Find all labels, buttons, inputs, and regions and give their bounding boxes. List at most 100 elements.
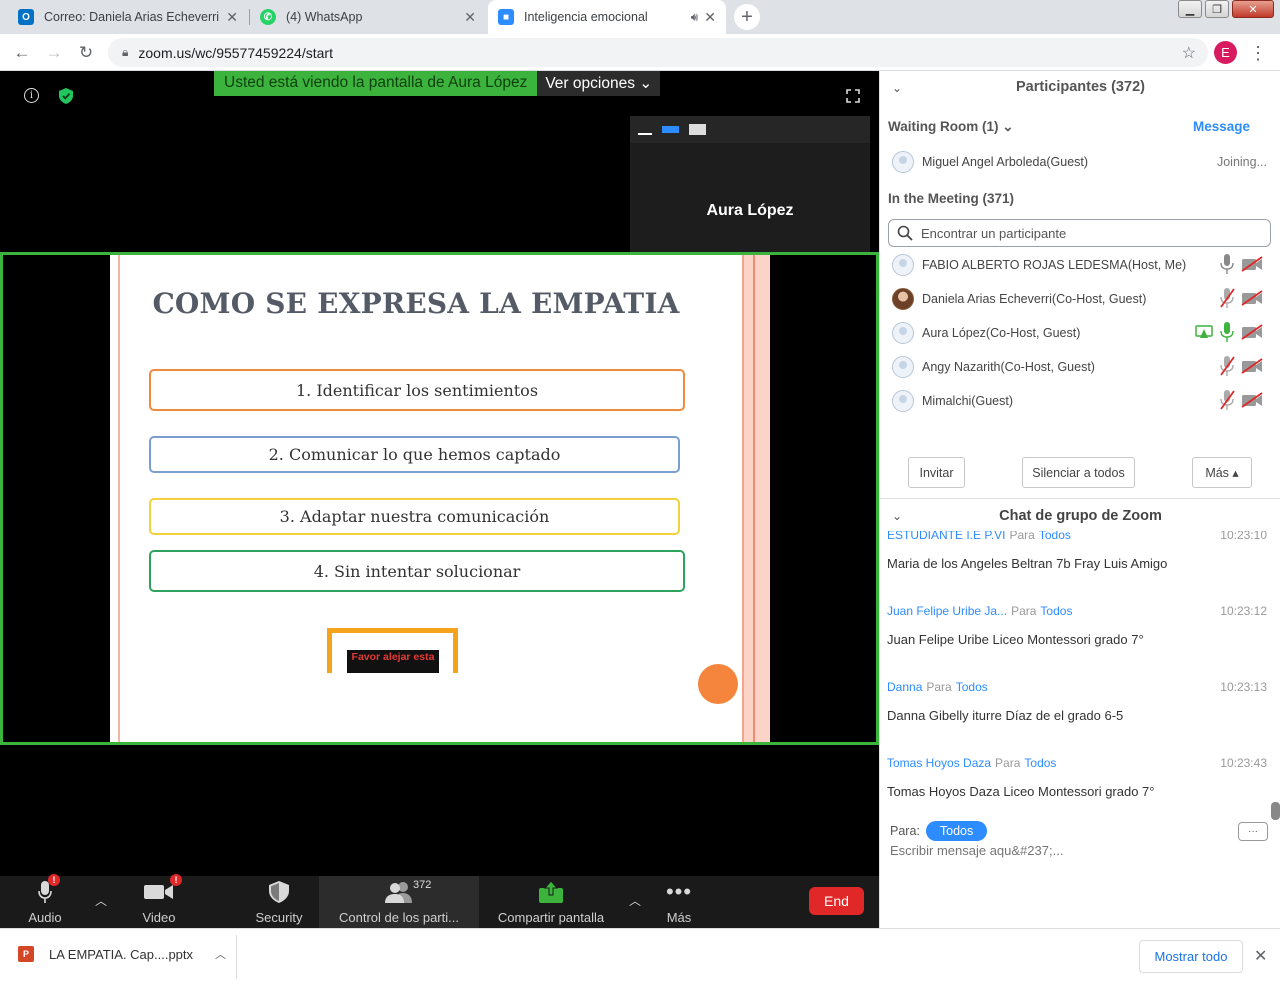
sender-name[interactable]: Tomas Hoyos Daza — [887, 756, 991, 770]
browser-toolbar: ← → ↻ 🔒︎ zoom.us/wc/95577459224/start ☆ … — [0, 34, 1280, 71]
to-label: Para — [1011, 604, 1037, 618]
participants-button[interactable]: 372 Control de los parti... — [319, 876, 479, 928]
chat-more-button[interactable]: ··· — [1238, 822, 1268, 841]
mute-all-button[interactable]: Silenciar a todos — [1022, 457, 1135, 488]
microphone-muted-icon[interactable] — [1219, 287, 1235, 312]
speaker-icon[interactable]: 🔊︎ — [691, 10, 699, 25]
close-window-button[interactable]: ✕ — [1232, 0, 1274, 18]
slide-item-1: 1. Identificar los sentimientos — [149, 369, 685, 411]
forward-icon[interactable]: → — [42, 41, 66, 65]
participant-row[interactable]: FABIO ALBERTO ROJAS LEDESMA(Host, Me) — [892, 251, 1267, 279]
active-speaker-view-icon[interactable] — [662, 126, 679, 133]
close-tab-icon[interactable]: ✕ — [226, 9, 238, 26]
to-label: Para — [995, 756, 1021, 770]
waiting-room-toggle[interactable]: Waiting Room (1) ⌄ — [888, 119, 1014, 135]
new-tab-button[interactable]: + — [734, 4, 760, 30]
message-time: 10:23:13 — [1220, 680, 1267, 694]
tab-whatsapp[interactable]: ✆ (4) WhatsApp ✕ — [250, 0, 486, 34]
tab-zoom[interactable]: ■ Inteligencia emocional 🔊︎ ✕ — [488, 0, 726, 34]
slide-item-2: 2. Comunicar lo que hemos captado — [149, 436, 680, 473]
tab-title: (4) WhatsApp — [286, 10, 363, 24]
recipient-dropdown[interactable]: Todos — [925, 821, 988, 841]
video-off-icon[interactable] — [1241, 255, 1263, 275]
message-time: 10:23:10 — [1220, 531, 1267, 542]
bookmark-star-icon[interactable]: ☆ — [1182, 43, 1196, 63]
chat-scrollbar[interactable] — [1271, 802, 1280, 820]
participant-row[interactable]: Angy Nazarith(Co-Host, Guest) — [892, 353, 1267, 381]
more-button[interactable]: ••• Más — [659, 876, 699, 928]
video-off-icon[interactable] — [1241, 323, 1263, 343]
participant-row[interactable]: Mimalchi(Guest) — [892, 387, 1267, 415]
recipient-name[interactable]: Todos — [1024, 756, 1056, 770]
audio-options-chevron-icon[interactable]: ︿ — [95, 892, 107, 909]
participant-row[interactable]: Aura López(Co-Host, Guest) — [892, 319, 1267, 347]
microphone-icon[interactable] — [1219, 321, 1235, 346]
participant-status-icons — [1195, 321, 1263, 346]
close-downloads-icon[interactable]: ✕ — [1254, 946, 1267, 966]
profile-avatar[interactable]: E — [1214, 41, 1237, 64]
address-bar[interactable]: 🔒︎ zoom.us/wc/95577459224/start ☆ — [108, 38, 1208, 67]
security-button[interactable]: Security — [250, 876, 308, 928]
fullscreen-icon[interactable] — [846, 89, 860, 103]
minimize-video-icon[interactable] — [638, 132, 652, 135]
sender-name[interactable]: Danna — [887, 680, 922, 694]
video-off-icon[interactable] — [1241, 391, 1263, 411]
minimize-button[interactable]: ▁ — [1178, 0, 1202, 18]
video-off-icon[interactable] — [1241, 357, 1263, 377]
microphone-icon[interactable] — [1219, 253, 1235, 278]
close-tab-icon[interactable]: ✕ — [704, 9, 716, 26]
recipient-name[interactable]: Todos — [956, 680, 988, 694]
microphone-muted-icon[interactable] — [1219, 389, 1235, 414]
warning-badge: ! — [48, 874, 60, 886]
tab-title: Inteligencia emocional — [524, 10, 648, 24]
video-stage: i Usted está viendo la pantalla de Aura … — [0, 71, 879, 876]
more-label: Más — [666, 910, 692, 925]
message-text: Tomas Hoyos Daza Liceo Montessori grado … — [887, 784, 1155, 799]
reload-icon[interactable]: ↻ — [74, 41, 98, 65]
sender-name[interactable]: Juan Felipe Uribe Ja... — [887, 604, 1007, 618]
video-button[interactable]: ! Video — [136, 874, 182, 928]
gallery-view-icon[interactable] — [689, 124, 706, 135]
participant-search-input[interactable] — [921, 225, 1261, 241]
invite-button[interactable]: Invitar — [908, 457, 965, 488]
slide-right-border — [742, 255, 770, 742]
end-meeting-button[interactable]: End — [809, 887, 864, 915]
avatar — [892, 288, 914, 310]
back-icon[interactable]: ← — [10, 41, 34, 65]
participant-search[interactable] — [888, 219, 1271, 247]
message-waiting-room-link[interactable]: Message — [1193, 119, 1250, 134]
sender-name[interactable]: ESTUDIANTE I.E P.VI — [887, 531, 1005, 542]
download-item[interactable]: P LA EMPATIA. Cap....pptx ︿ — [18, 946, 226, 962]
shelf-separator — [236, 935, 237, 979]
message-time: 10:23:43 — [1220, 756, 1267, 770]
chat-message-meta: ESTUDIANTE I.E P.VI Para Todos 10:23:10 — [887, 531, 1267, 542]
microphone-muted-icon[interactable] — [1219, 355, 1235, 380]
recipient-name[interactable]: Todos — [1040, 604, 1072, 618]
more-options-button[interactable]: Más ▴ — [1192, 457, 1252, 488]
participants-icon — [384, 878, 414, 906]
participant-row[interactable]: Daniela Arias Echeverri(Co-Host, Guest) — [892, 285, 1267, 313]
chat-message-input[interactable] — [890, 843, 1270, 858]
to-label: Para — [1009, 531, 1035, 542]
search-icon — [897, 225, 913, 241]
close-tab-icon[interactable]: ✕ — [464, 9, 476, 26]
recipient-name[interactable]: Todos — [1039, 531, 1071, 542]
view-options-button[interactable]: Ver opciones ⌄ — [537, 71, 661, 96]
share-screen-button[interactable]: Compartir pantalla — [492, 876, 610, 928]
show-all-downloads-button[interactable]: Mostrar todo — [1139, 940, 1243, 973]
audio-button[interactable]: ! Audio — [20, 874, 70, 928]
chat-messages[interactable]: ESTUDIANTE I.E P.VI Para Todos 10:23:10 Mari… — [880, 531, 1280, 821]
video-off-icon[interactable] — [1241, 289, 1263, 309]
participants-header: Participantes (372) — [1016, 79, 1145, 95]
download-options-chevron-icon[interactable]: ︿ — [215, 946, 226, 962]
maximize-button[interactable]: ❐ — [1205, 0, 1229, 18]
encryption-shield-icon[interactable] — [59, 88, 73, 104]
share-options-chevron-icon[interactable]: ︿ — [629, 892, 641, 909]
tab-outlook[interactable]: O Correo: Daniela Arias Echeverri - ✕ — [8, 0, 248, 34]
waiting-participant-row[interactable]: Miguel Angel Arboleda(Guest) Joining... — [892, 148, 1267, 176]
whatsapp-icon: ✆ — [260, 9, 276, 25]
chat-message-meta: Tomas Hoyos Daza Para Todos 10:23:43 — [887, 756, 1267, 770]
share-banner-text: Usted está viendo la pantalla de Aura Ló… — [214, 71, 538, 96]
info-icon[interactable]: i — [24, 88, 39, 103]
browser-menu-icon[interactable]: ⋮ — [1249, 41, 1267, 65]
